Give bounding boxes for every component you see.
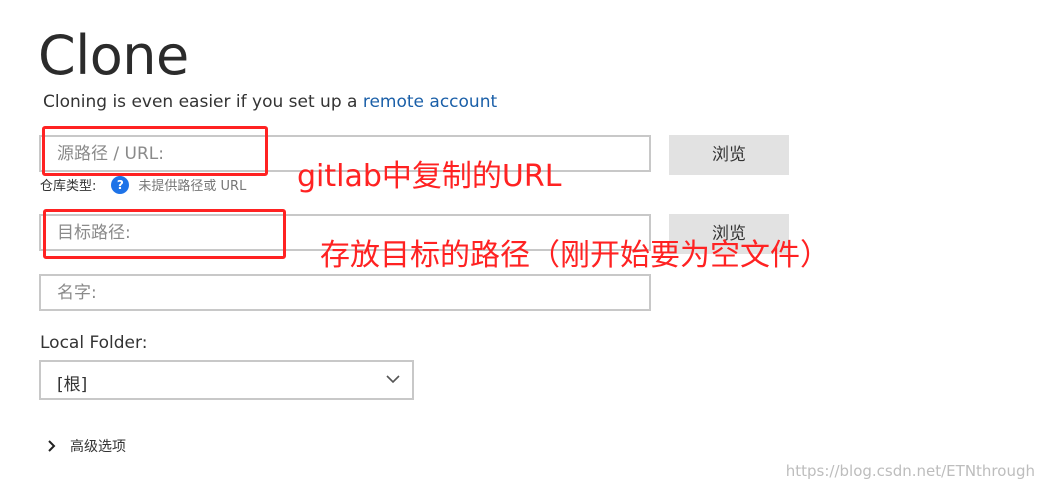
- annotation-source-note: gitlab中复制的URL: [297, 159, 562, 194]
- advanced-options-label: 高级选项: [70, 439, 126, 455]
- annotation-box-destination: [43, 209, 286, 259]
- repo-type-hint: 未提供路径或 URL: [138, 179, 247, 194]
- repo-type-label: 仓库类型:: [40, 179, 97, 194]
- local-folder-value: [根]: [57, 375, 88, 395]
- chevron-right-icon: [48, 440, 56, 452]
- local-folder-label: Local Folder:: [40, 333, 148, 353]
- help-icon[interactable]: ?: [111, 175, 130, 194]
- remote-account-link[interactable]: remote account: [363, 92, 497, 112]
- watermark: https://blog.csdn.net/ETNthrough: [785, 462, 1035, 480]
- local-folder-select[interactable]: [根]: [39, 360, 414, 400]
- name-input[interactable]: [41, 276, 649, 309]
- name-field[interactable]: [39, 274, 651, 311]
- advanced-options-toggle[interactable]: 高级选项: [46, 436, 126, 456]
- page-subtitle: Cloning is even easier if you set up a r…: [43, 92, 497, 112]
- chevron-down-icon: [386, 375, 400, 384]
- annotation-box-source: [42, 126, 268, 176]
- repo-type-row: 仓库类型: ? 未提供路径或 URL: [40, 175, 246, 194]
- page-title: Clone: [38, 24, 189, 87]
- annotation-destination-note: 存放目标的路径（刚开始要为空文件）: [320, 238, 830, 273]
- browse-source-button[interactable]: 浏览: [669, 135, 789, 175]
- subtitle-text: Cloning is even easier if you set up a: [43, 92, 363, 112]
